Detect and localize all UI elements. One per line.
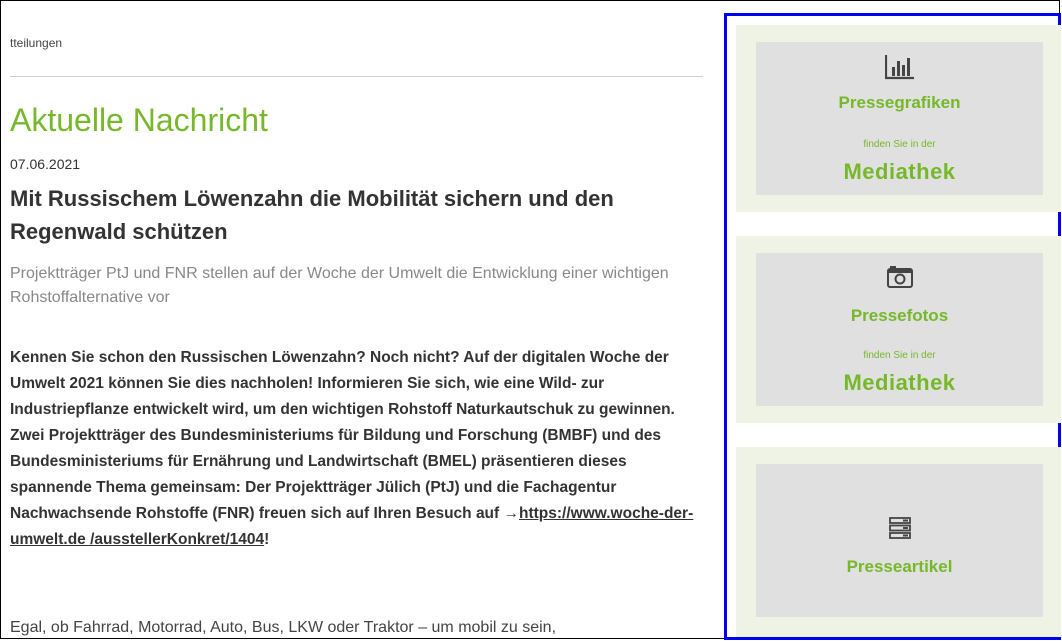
camera-icon: [756, 265, 1043, 294]
link-arrow-icon: →: [503, 505, 520, 522]
breadcrumb[interactable]: tteilungen: [10, 36, 62, 50]
card-subtext: finden Sie in der: [863, 350, 936, 361]
pressefotos-card: Pressefotos finden Sie in der Mediathek: [736, 236, 1061, 423]
divider: [10, 76, 703, 77]
card-title: Pressefotos: [850, 306, 949, 325]
article-intro: Kennen Sie schon den Russischen Löwenzah…: [10, 345, 700, 553]
article-date: 07.06.2021: [10, 156, 81, 172]
pressefotos-button[interactable]: Pressefotos finden Sie in der Mediathek: [756, 253, 1043, 406]
article-subtitle: Projektträger PtJ und FNR stellen auf de…: [10, 265, 669, 306]
presseartikel-button[interactable]: Presseartikel: [756, 464, 1043, 617]
mediathek-link[interactable]: Mediathek: [756, 370, 1043, 396]
pressegrafiken-button[interactable]: Pressegrafiken finden Sie in der Mediath…: [756, 42, 1043, 195]
bar-chart-icon: [756, 54, 1043, 85]
section-title: Aktuelle Nachricht: [10, 102, 268, 138]
card-subtext: finden Sie in der: [863, 139, 936, 150]
article-headline: Mit Russischem Löwenzahn die Mobilität s…: [10, 186, 614, 244]
press-sidebar: Pressegrafiken finden Sie in der Mediath…: [724, 13, 1061, 640]
mediathek-link[interactable]: Mediathek: [756, 159, 1043, 185]
presseartikel-card: Presseartikel: [736, 447, 1061, 637]
pressegrafiken-card: Pressegrafiken finden Sie in der Mediath…: [736, 25, 1061, 212]
server-stack-icon: [756, 517, 1043, 544]
intro-text: Kennen Sie schon den Russischen Löwenzah…: [10, 349, 675, 522]
article-body: Egal, ob Fahrrad, Motorrad, Auto, Bus, L…: [10, 619, 557, 636]
intro-end: !: [264, 531, 270, 548]
card-title: Presseartikel: [846, 557, 953, 576]
card-title: Pressegrafiken: [838, 93, 961, 112]
